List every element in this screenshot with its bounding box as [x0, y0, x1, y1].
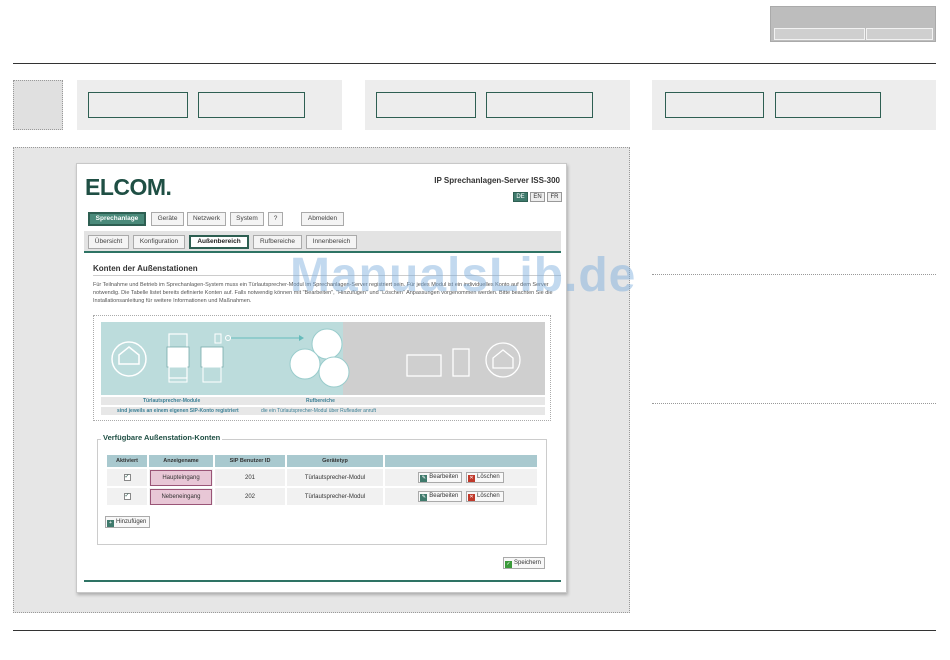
- logout-button[interactable]: Abmelden: [301, 212, 344, 226]
- placeholder-button[interactable]: [665, 92, 764, 118]
- edit-button[interactable]: ✎ Bearbeiten: [418, 472, 463, 483]
- device-type: Türlautsprecher-Modul: [287, 469, 383, 486]
- diagram-sub-right: die ein Türlautsprecher-Modul über Rufle…: [261, 408, 376, 414]
- add-account-button[interactable]: + Hinzufügen: [105, 516, 151, 528]
- page-corner-badge: [770, 6, 936, 42]
- diagram-subcaption-row: sind jeweils an einem eigenen SIP-Konto …: [101, 407, 545, 415]
- placeholder-group-1: [77, 80, 342, 130]
- intercom-module-icons: [166, 333, 224, 383]
- house-icon: [118, 346, 140, 365]
- placeholder-button[interactable]: [775, 92, 881, 118]
- tab-system[interactable]: System: [230, 212, 264, 226]
- col-type: Gerätetyp: [287, 455, 383, 467]
- tab-help[interactable]: ?: [268, 212, 283, 226]
- placeholder-button[interactable]: [198, 92, 305, 118]
- delete-button[interactable]: ✕ Löschen: [466, 472, 504, 483]
- side-placeholder: [13, 80, 63, 130]
- plus-icon: +: [107, 520, 114, 527]
- server-title: IP Sprechanlagen-Server ISS-300: [434, 176, 560, 185]
- table-header-row: Aktiviert Anzeigename SIP Benutzer ID Ge…: [107, 455, 537, 467]
- active-checkbox[interactable]: ✓: [123, 474, 131, 481]
- subtab-innenbereich[interactable]: Innenbereich: [306, 235, 357, 249]
- section-description: Für Teilnahme und Betrieb im Sprechanlag…: [93, 282, 553, 304]
- section-divider: [93, 275, 561, 276]
- col-name: Anzeigename: [149, 455, 213, 467]
- web-ui-screenshot: ELCOM. IP Sprechanlagen-Server ISS-300 D…: [76, 163, 567, 593]
- connection-arrow-icon: [225, 335, 304, 341]
- col-sip: SIP Benutzer ID: [215, 455, 285, 467]
- lang-de[interactable]: DE: [513, 192, 528, 202]
- placeholder-button[interactable]: [376, 92, 476, 118]
- sip-id: 202: [215, 488, 285, 505]
- system-diagram: Türlautsprecher-Module Rufbereiche sind …: [93, 315, 551, 421]
- sip-id: 201: [215, 469, 285, 486]
- delete-button[interactable]: ✕ Löschen: [466, 491, 504, 502]
- side-divider: [652, 403, 936, 404]
- edit-button[interactable]: ✎ Bearbeiten: [418, 491, 463, 502]
- diagram-label-right: Rufbereiche: [306, 398, 335, 404]
- subtab-rufbereiche[interactable]: Rufbereiche: [253, 235, 302, 249]
- lang-fr[interactable]: FR: [547, 192, 562, 202]
- placeholder-group-2: [365, 80, 630, 130]
- diagram-caption-row: Türlautsprecher-Module Rufbereiche: [101, 397, 545, 405]
- tab-sprechanlage[interactable]: Sprechanlage: [88, 212, 146, 226]
- active-checkbox[interactable]: ✓: [123, 493, 131, 500]
- tab-geraete[interactable]: Geräte: [151, 212, 184, 226]
- card-bottom-divider: [84, 580, 561, 582]
- device-type: Türlautsprecher-Modul: [287, 488, 383, 505]
- elcom-logo: ELCOM.: [85, 174, 172, 200]
- col-active: Aktiviert: [107, 455, 147, 467]
- bottom-divider: [13, 630, 936, 631]
- accounts-table: Aktiviert Anzeigename SIP Benutzer ID Ge…: [105, 453, 539, 507]
- edit-icon: ✎: [420, 475, 428, 482]
- account-name[interactable]: Haupteingang: [150, 469, 212, 486]
- tab-netzwerk[interactable]: Netzwerk: [187, 212, 226, 226]
- badge-cell-right: [866, 28, 933, 40]
- placeholder-button[interactable]: [486, 92, 593, 118]
- lang-en[interactable]: EN: [530, 192, 545, 202]
- delete-icon: ✕: [468, 475, 475, 482]
- diagram-sub-left: sind jeweils an einem eigenen SIP-Konto …: [117, 408, 239, 414]
- diagram-illustration: [111, 328, 521, 388]
- save-button[interactable]: ✓ Speichern: [503, 557, 546, 569]
- top-divider: [13, 63, 936, 64]
- placeholder-group-3: [652, 80, 936, 130]
- badge-cell-left: [774, 28, 865, 40]
- edit-icon: ✎: [420, 494, 428, 501]
- placeholder-button[interactable]: [88, 92, 188, 118]
- table-row: ✓ Haupteingang 201 Türlautsprecher-Modul…: [107, 469, 537, 486]
- account-name[interactable]: Nebeneingang: [150, 488, 212, 505]
- checkmark-icon: ✓: [505, 561, 512, 568]
- side-divider: [652, 274, 936, 275]
- subtab-aussenbereich[interactable]: Außenbereich: [189, 235, 249, 249]
- col-actions: [385, 455, 537, 467]
- subtab-konfiguration[interactable]: Konfiguration: [133, 235, 185, 249]
- accounts-legend: Verfügbare Außenstation-Konten: [101, 433, 223, 442]
- diagram-label-left: Türlautsprecher-Module: [143, 398, 201, 404]
- table-row: ✓ Nebeneingang 202 Türlautsprecher-Modul…: [107, 488, 537, 505]
- section-title: Konten der Außenstationen: [93, 264, 198, 273]
- sub-navigation: Übersicht Konfiguration Außenbereich Ruf…: [84, 231, 561, 253]
- delete-icon: ✕: [468, 494, 475, 501]
- indoor-devices-icons: [406, 342, 521, 378]
- subtab-uebersicht[interactable]: Übersicht: [88, 235, 129, 249]
